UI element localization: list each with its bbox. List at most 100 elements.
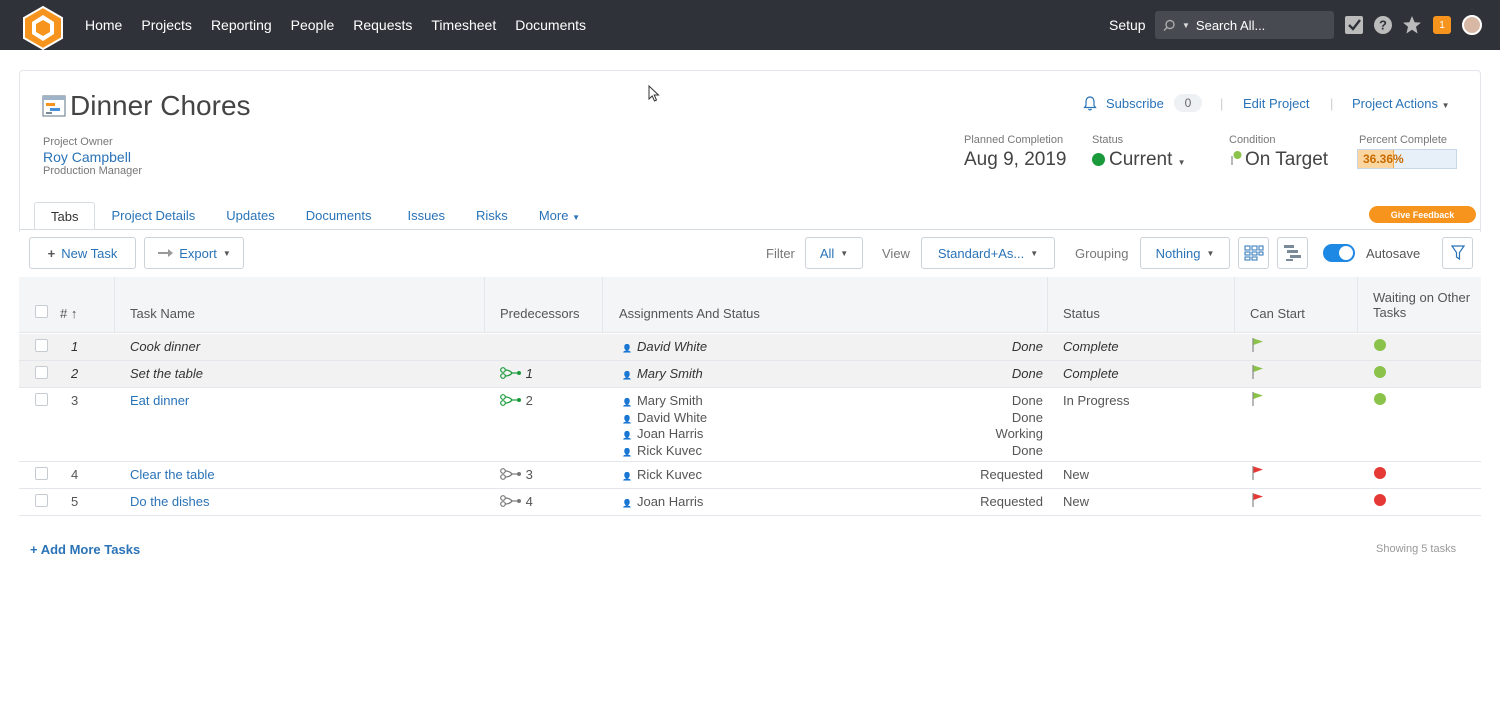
- condition-label: Condition: [1229, 134, 1276, 146]
- column-predecessors-header[interactable]: Predecessors: [500, 306, 579, 321]
- new-task-button[interactable]: + New Task: [29, 237, 136, 269]
- grouping-value: Nothing: [1155, 245, 1201, 261]
- table-row[interactable]: 4 Clear the table 3 Rick Kuvec Requested New: [19, 462, 1481, 489]
- task-name[interactable]: Do the dishes: [130, 494, 210, 511]
- bell-icon: [1083, 96, 1097, 111]
- nav-home[interactable]: Home: [85, 17, 122, 33]
- predecessor-number: 4: [525, 494, 533, 509]
- gantt-view-button[interactable]: [1277, 237, 1308, 269]
- filter-funnel-button[interactable]: [1442, 237, 1473, 269]
- task-name[interactable]: Set the table: [130, 366, 203, 383]
- row-checkbox[interactable]: [35, 339, 48, 352]
- view-dropdown[interactable]: Standard+As... ▼: [921, 237, 1055, 269]
- nav-reporting[interactable]: Reporting: [211, 17, 272, 33]
- task-status[interactable]: Complete: [1063, 339, 1119, 356]
- global-search[interactable]: ▼: [1155, 11, 1334, 39]
- mouse-cursor-icon: [648, 85, 660, 102]
- search-input[interactable]: [1195, 17, 1316, 33]
- task-name[interactable]: Cook dinner: [130, 339, 200, 356]
- assignee-name[interactable]: Mary Smith: [622, 366, 703, 385]
- row-checkbox[interactable]: [35, 366, 48, 379]
- chevron-down-icon: ▼: [840, 248, 849, 258]
- autosave-toggle[interactable]: [1323, 244, 1355, 262]
- column-task-name-header[interactable]: Task Name: [130, 306, 195, 321]
- predecessor-cell[interactable]: 4: [500, 494, 533, 511]
- export-button[interactable]: Export ▼: [144, 237, 244, 269]
- status-dropdown[interactable]: Current ▼: [1092, 149, 1186, 171]
- nav-requests[interactable]: Requests: [353, 17, 412, 33]
- nav-documents[interactable]: Documents: [515, 17, 586, 33]
- row-checkbox[interactable]: [35, 467, 48, 480]
- help-icon[interactable]: ?: [1373, 15, 1393, 35]
- percent-complete-bar: 36.36%: [1357, 149, 1457, 169]
- assignee-name[interactable]: Rick Kuvec: [622, 443, 702, 462]
- subscriber-count: 0: [1174, 94, 1202, 112]
- edit-project-button[interactable]: Edit Project: [1243, 96, 1309, 111]
- can-start-flag-icon: [1252, 365, 1263, 379]
- select-all-checkbox[interactable]: [35, 305, 48, 318]
- task-count-label: Showing 5 tasks: [1376, 543, 1457, 555]
- assignee-name[interactable]: David White: [622, 339, 707, 358]
- board-view-button[interactable]: [1238, 237, 1269, 269]
- table-row[interactable]: 3Eat dinner 2Mary SmithDavid WhiteJoan H…: [19, 388, 1481, 462]
- tab-label: Project Details: [111, 208, 196, 223]
- setup-link[interactable]: Setup: [1109, 17, 1146, 33]
- task-status[interactable]: New: [1063, 494, 1089, 511]
- user-avatar[interactable]: [1462, 15, 1482, 35]
- row-checkbox[interactable]: [35, 393, 48, 406]
- nav-people[interactable]: People: [291, 17, 335, 33]
- task-status[interactable]: Complete: [1063, 366, 1119, 383]
- tasks-check-icon[interactable]: [1344, 15, 1364, 35]
- favorites-star-icon[interactable]: [1402, 15, 1422, 35]
- assignee-name[interactable]: Joan Harris: [622, 494, 703, 513]
- column-status-header[interactable]: Status: [1063, 306, 1100, 321]
- nav-timesheet[interactable]: Timesheet: [431, 17, 496, 33]
- predecessor-cell[interactable]: 1: [500, 366, 533, 383]
- tab-documents[interactable]: Documents: [306, 202, 372, 230]
- column-can-start-header[interactable]: Can Start: [1250, 306, 1305, 321]
- task-status[interactable]: In Progress: [1063, 393, 1129, 410]
- predecessor-number: 1: [525, 366, 533, 381]
- give-feedback-button[interactable]: Give Feedback: [1369, 206, 1476, 223]
- column-waiting-header[interactable]: Waiting on Other Tasks: [1373, 290, 1481, 320]
- app-logo-icon[interactable]: [20, 5, 66, 51]
- task-number: 1: [71, 339, 79, 354]
- task-name[interactable]: Clear the table: [130, 467, 215, 484]
- notifications-badge[interactable]: 1: [1432, 15, 1452, 35]
- tab-tasks[interactable]: Tabs: [34, 202, 96, 230]
- tab-updates[interactable]: Updates: [226, 202, 274, 230]
- project-actions-menu[interactable]: Project Actions ▼: [1352, 96, 1450, 111]
- grouping-dropdown[interactable]: Nothing ▼: [1140, 237, 1230, 269]
- filter-dropdown[interactable]: All ▼: [805, 237, 863, 269]
- table-row[interactable]: 2 Set the table 1 Mary Smith Done Complete: [19, 361, 1481, 388]
- column-number-header[interactable]: # ↑: [60, 306, 77, 321]
- table-row[interactable]: 1 Cook dinner David White Done Complete: [19, 334, 1481, 361]
- avatar: [1462, 15, 1482, 35]
- assignee-name[interactable]: Rick Kuvec: [622, 467, 702, 486]
- predecessor-cell[interactable]: 3: [500, 467, 533, 484]
- new-task-label: New Task: [61, 245, 118, 261]
- column-divider: [602, 277, 603, 333]
- tab-project-details[interactable]: Project Details: [111, 202, 195, 230]
- subscribe-button[interactable]: Subscribe: [1106, 96, 1164, 111]
- search-icon: [1163, 19, 1175, 31]
- project-owner-link[interactable]: Roy Campbell: [43, 149, 131, 165]
- tab-risks[interactable]: Risks: [476, 202, 508, 230]
- tab-label: Documents: [305, 208, 372, 223]
- tab-label: More: [538, 208, 569, 223]
- divider: |: [1220, 96, 1224, 111]
- table-row[interactable]: 5 Do the dishes 4 Joan Harris Requested New: [19, 489, 1481, 516]
- tab-more[interactable]: More ▼: [539, 202, 580, 230]
- task-status[interactable]: New: [1063, 467, 1089, 484]
- predecessor-cell[interactable]: 2: [500, 393, 533, 410]
- task-name[interactable]: Eat dinner: [130, 393, 189, 410]
- funnel-icon: [1450, 245, 1465, 261]
- column-assignments-header[interactable]: Assignments And Status: [619, 306, 760, 321]
- tab-issues[interactable]: Issues: [407, 202, 445, 230]
- nav-projects[interactable]: Projects: [141, 17, 192, 33]
- row-checkbox[interactable]: [35, 494, 48, 507]
- project-tabs: Tabs Project Details Updates Documents I…: [34, 202, 580, 230]
- add-more-tasks-link[interactable]: + Add More Tasks: [30, 542, 140, 557]
- search-scope-chevron-icon[interactable]: ▼: [1182, 21, 1190, 30]
- can-start-flag-icon: [1252, 466, 1263, 480]
